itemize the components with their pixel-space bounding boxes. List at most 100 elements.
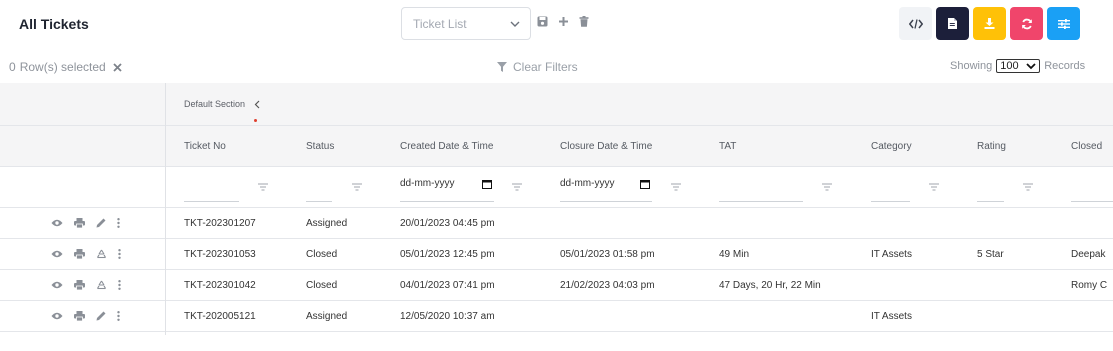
- column-settings-button[interactable]: [1047, 7, 1080, 40]
- filter-lines-icon[interactable]: [352, 183, 362, 191]
- column-header-closed-by[interactable]: Closed: [1071, 141, 1102, 152]
- save-icon[interactable]: [537, 16, 548, 27]
- cell-ticket-no: TKT-202005121: [184, 311, 256, 322]
- category-filter-input[interactable]: [871, 185, 910, 202]
- print-icon[interactable]: [74, 218, 85, 228]
- download-icon: [984, 18, 995, 29]
- refresh-icon: [1021, 18, 1032, 29]
- cell-tat: 49 Min: [719, 249, 750, 260]
- cell-created: 20/01/2023 04:45 pm: [400, 218, 495, 229]
- column-header-closure[interactable]: Closure Date & Time: [560, 141, 652, 152]
- close-icon[interactable]: [113, 62, 122, 72]
- filter-lines-icon[interactable]: [929, 183, 939, 191]
- print-icon[interactable]: [74, 280, 85, 290]
- created-date-placeholder: dd-mm-yyyy: [400, 178, 455, 189]
- print-icon[interactable]: [74, 311, 85, 321]
- print-icon[interactable]: [74, 249, 85, 259]
- section-tab[interactable]: Default Section: [184, 99, 260, 109]
- filter-row: dd-mm-yyyy dd-mm-yyyy: [0, 167, 1113, 208]
- cell-closure: 21/02/2023 04:03 pm: [560, 280, 655, 291]
- chevron-left-icon[interactable]: [254, 100, 260, 109]
- column-header-status[interactable]: Status: [306, 141, 334, 152]
- cell-status: Closed: [306, 249, 338, 260]
- cell-rating: 5 Star: [977, 249, 1004, 260]
- column-header-band: [0, 126, 1113, 167]
- table-row[interactable]: TKT-202301207 Assigned 20/01/2023 04:45 pm: [0, 208, 1113, 239]
- status-filter-input[interactable]: [306, 185, 332, 202]
- edit-icon[interactable]: [96, 218, 106, 228]
- download-button[interactable]: [973, 7, 1006, 40]
- page-size-select[interactable]: 100: [996, 59, 1041, 73]
- cell-closure: 05/01/2023 01:58 pm: [560, 249, 655, 260]
- cell-status: Assigned: [306, 311, 348, 322]
- page-size-value: 100: [1000, 60, 1019, 72]
- cell-closed-by: Romy C: [1071, 280, 1108, 291]
- cell-ticket-no: TKT-202301042: [184, 280, 256, 291]
- rows-selected-label: Row(s) selected: [19, 60, 106, 74]
- filter-lines-icon[interactable]: [512, 183, 522, 191]
- action-column-separator: [165, 83, 166, 335]
- cell-category: IT Assets: [871, 311, 912, 322]
- filter-icon: [497, 62, 507, 72]
- rows-selected-count: 0: [9, 60, 16, 74]
- trash-icon[interactable]: [579, 16, 589, 27]
- section-header-band: [0, 83, 1113, 126]
- more-options-icon[interactable]: [117, 311, 120, 321]
- filter-lines-icon[interactable]: [1023, 183, 1033, 191]
- column-header-tat[interactable]: TAT: [719, 141, 736, 152]
- cell-status: Assigned: [306, 218, 348, 229]
- showing-label: Showing: [950, 60, 993, 72]
- column-header-ticket-no[interactable]: Ticket No: [184, 141, 226, 152]
- clear-filters-label: Clear Filters: [513, 60, 578, 74]
- more-options-icon[interactable]: [117, 218, 120, 228]
- view-selector-value: Ticket List: [413, 17, 467, 31]
- filter-lines-icon[interactable]: [671, 183, 681, 191]
- add-icon[interactable]: [558, 16, 569, 27]
- cell-created: 04/01/2023 07:41 pm: [400, 280, 495, 291]
- cell-category: IT Assets: [871, 249, 912, 260]
- rating-filter-input[interactable]: [977, 185, 1004, 202]
- ticket-no-filter-input[interactable]: [184, 185, 239, 202]
- refresh-button[interactable]: [1010, 7, 1043, 40]
- more-options-icon[interactable]: [118, 280, 121, 290]
- column-header-category[interactable]: Category: [871, 141, 912, 152]
- filter-lines-icon[interactable]: [822, 183, 832, 191]
- active-section-dot: [254, 119, 257, 122]
- closed-by-filter-input[interactable]: [1071, 185, 1113, 202]
- filter-lines-icon[interactable]: [258, 183, 268, 191]
- column-header-created[interactable]: Created Date & Time: [400, 141, 493, 152]
- view-selector-dropdown[interactable]: Ticket List: [401, 7, 531, 40]
- calendar-icon[interactable]: [640, 179, 650, 189]
- cell-ticket-no: TKT-202301053: [184, 249, 256, 260]
- more-options-icon[interactable]: [118, 249, 121, 259]
- table-row[interactable]: TKT-202301042 Closed 04/01/2023 07:41 pm 21…: [0, 270, 1113, 301]
- tickets-grid: Default Section Ticket No Status Created…: [0, 83, 1113, 335]
- view-icon[interactable]: [51, 250, 63, 258]
- section-label: Default Section: [184, 99, 246, 109]
- view-icon[interactable]: [51, 281, 63, 289]
- edit-icon[interactable]: [96, 311, 106, 321]
- cell-tat: 47 Days, 20 Hr, 22 Min: [719, 280, 821, 291]
- embed-code-button[interactable]: [899, 7, 932, 40]
- recycle-icon[interactable]: [96, 249, 107, 259]
- page-title: All Tickets: [19, 16, 89, 32]
- view-icon[interactable]: [51, 312, 63, 320]
- row-actions: [51, 249, 121, 259]
- pdf-export-button[interactable]: [936, 7, 969, 40]
- recycle-icon[interactable]: [96, 280, 107, 290]
- table-row[interactable]: TKT-202301053 Closed 05/01/2023 12:45 pm 05…: [0, 239, 1113, 270]
- tat-filter-input[interactable]: [719, 185, 803, 202]
- cell-created: 12/05/2020 10:37 am: [400, 311, 495, 322]
- column-header-rating[interactable]: Rating: [977, 141, 1006, 152]
- clear-filters-button[interactable]: Clear Filters: [497, 60, 578, 74]
- table-row[interactable]: TKT-202005121 Assigned 12/05/2020 10:37 am…: [0, 301, 1113, 332]
- sliders-icon: [1057, 18, 1070, 29]
- chevron-down-icon: [510, 21, 520, 27]
- code-icon: [908, 18, 923, 29]
- row-actions: [51, 311, 120, 321]
- calendar-icon[interactable]: [482, 179, 492, 189]
- view-icon[interactable]: [51, 219, 63, 227]
- records-label: Records: [1044, 60, 1086, 72]
- page-size-control: Showing 100 Records: [950, 59, 1085, 73]
- row-actions: [51, 218, 120, 228]
